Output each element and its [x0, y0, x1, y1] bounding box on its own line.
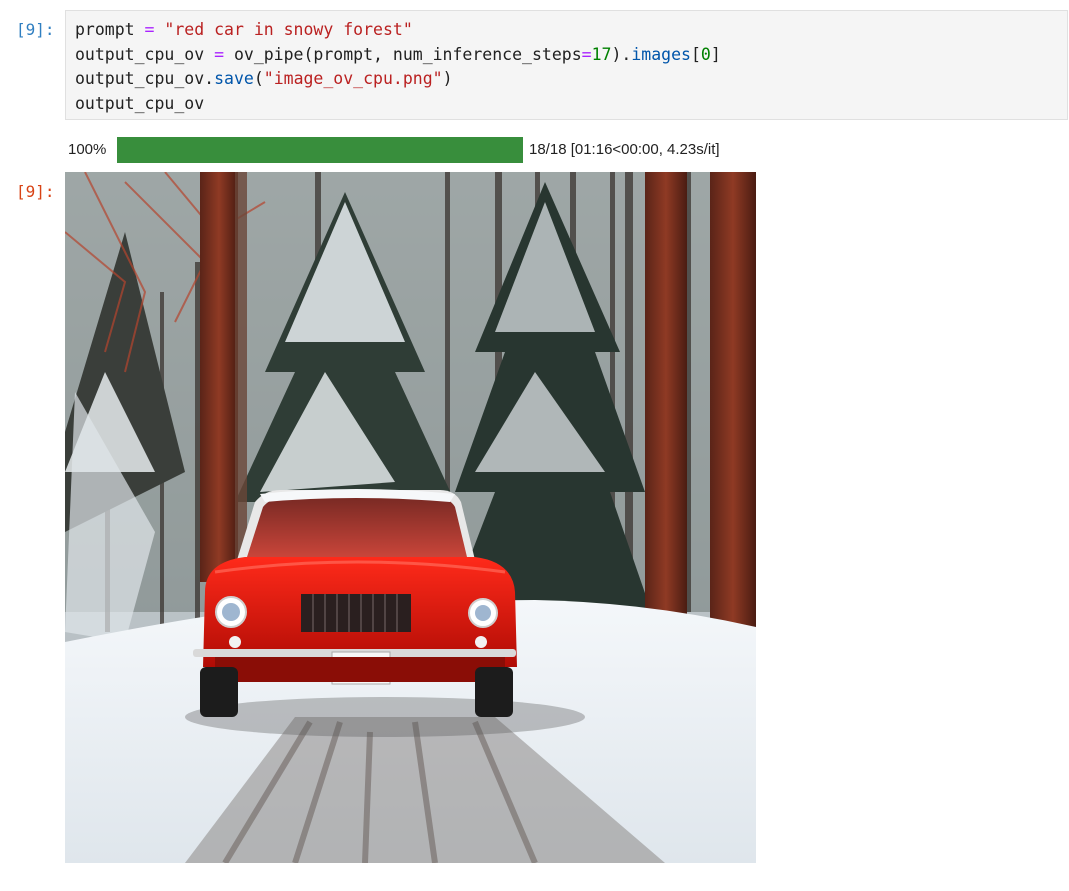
input-prompt: [9]:: [16, 20, 55, 39]
code-token: ).: [611, 44, 632, 64]
progress-stats: 18/18 [01:16<00:00, 4.23s/it]: [529, 141, 720, 158]
progress-percent: 100%: [68, 141, 107, 158]
code-cell-input[interactable]: prompt = "red car in snowy forest" outpu…: [65, 10, 1068, 120]
code-line: output_cpu_ov = ov_pipe(prompt, num_infe…: [75, 45, 721, 64]
generated-image-red-car-snowy-forest: [65, 172, 756, 863]
code-line: prompt = "red car in snowy forest": [75, 20, 413, 39]
code-token: =: [144, 20, 155, 39]
code-token: 0: [700, 44, 711, 64]
code-token: =: [581, 44, 592, 64]
code-token: =: [214, 44, 225, 64]
code-line: output_cpu_ov: [75, 94, 204, 113]
output-image: [65, 172, 756, 863]
code-token: "red car in snowy forest": [164, 20, 413, 39]
code-token: [: [690, 44, 701, 64]
code-token: ): [442, 69, 453, 88]
code-token: ]: [710, 44, 721, 64]
code-token: output_cpu_ov: [75, 44, 215, 64]
code-token: save: [214, 69, 254, 88]
code-token: "image_ov_cpu.png": [263, 69, 443, 88]
output-prompt: [9]:: [16, 182, 55, 201]
code-token: (: [253, 69, 264, 88]
code-line: output_cpu_ov.save("image_ov_cpu.png"): [75, 69, 453, 88]
code-token: output_cpu_ov: [75, 93, 205, 113]
code-editor[interactable]: prompt = "red car in snowy forest" outpu…: [75, 18, 721, 116]
progress-output: 100% 18/18 [01:16<00:00, 4.23s/it]: [68, 137, 1068, 163]
code-token: images: [631, 44, 691, 64]
progress-bar-fill: [117, 137, 523, 163]
progress-bar: [117, 137, 523, 163]
code-token: 17: [591, 44, 612, 64]
code-token: ov_pipe(prompt, num_inference_steps: [224, 44, 582, 64]
code-token: prompt: [75, 20, 145, 39]
code-token: output_cpu_ov.: [75, 69, 215, 88]
